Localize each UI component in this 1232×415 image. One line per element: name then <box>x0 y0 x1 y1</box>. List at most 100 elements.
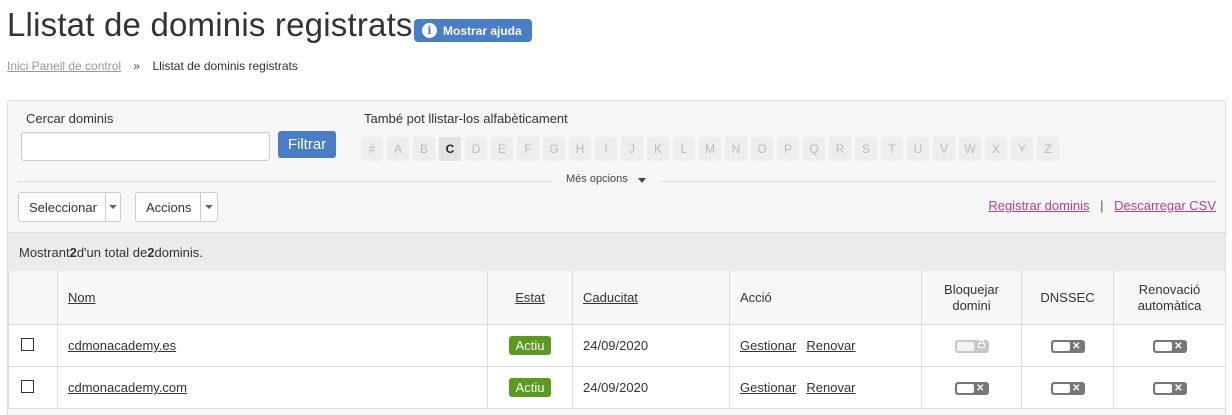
search-label: Cercar dominis <box>26 111 114 126</box>
letter-w[interactable]: W <box>959 137 981 161</box>
select-dropdown-label: Seleccionar <box>29 199 97 215</box>
status-cell: Actiu <box>487 324 573 367</box>
letter-d[interactable]: D <box>465 137 487 161</box>
more-options-toggle[interactable]: Més opcions <box>552 173 660 185</box>
letter-y[interactable]: Y <box>1011 137 1033 161</box>
lock-icon <box>977 340 985 349</box>
autorenew-cell: ✕ <box>1113 324 1226 367</box>
letter-e[interactable]: E <box>491 137 513 161</box>
status-badge: Actiu <box>508 336 552 355</box>
letter-t[interactable]: T <box>881 137 903 161</box>
row-checkbox[interactable] <box>21 379 34 393</box>
row-select-cell <box>8 366 58 409</box>
domains-table: Nom Estat Caducitat Acció Bloquejar domi… <box>8 271 1226 409</box>
letter-c[interactable]: C <box>439 137 461 161</box>
select-dropdown[interactable]: Seleccionar <box>18 192 121 222</box>
letter-n[interactable]: N <box>725 137 747 161</box>
expiry-date: 24/09/2020 <box>572 324 730 367</box>
expiry-date: 24/09/2020 <box>572 366 730 409</box>
links-separator: | <box>1100 198 1104 213</box>
close-icon: ✕ <box>976 383 985 395</box>
domain-cell: cdmonacademy.com <box>57 366 488 409</box>
domain-link[interactable]: cdmonacademy.es <box>68 338 176 353</box>
summary-total: 2 <box>147 244 155 260</box>
dnssec-toggle[interactable]: ✕ <box>1050 340 1085 354</box>
letter-h[interactable]: H <box>569 137 591 161</box>
show-help-label: Mostrar ajuda <box>443 23 522 38</box>
header-lock-label: Bloquejar domini <box>944 281 999 313</box>
page-title: Llistat de dominis registrats <box>7 6 413 43</box>
domain-cell: cdmonacademy.es <box>57 324 488 367</box>
header-status-link[interactable]: Estat <box>515 290 545 305</box>
show-help-button[interactable]: i Mostrar ajuda <box>414 19 532 42</box>
breadcrumb-separator: » <box>133 59 141 73</box>
renew-link[interactable]: Renovar <box>806 380 855 395</box>
letter-a[interactable]: A <box>387 137 409 161</box>
summary-suffix: dominis. <box>154 244 203 260</box>
letter-hash[interactable]: # <box>361 137 383 161</box>
header-expiry[interactable]: Caducitat <box>572 271 730 325</box>
breadcrumb-current: Llistat de dominis registrats <box>152 59 298 73</box>
header-expiry-link[interactable]: Caducitat <box>583 290 638 305</box>
header-autorenew: Renovació automàtica <box>1113 271 1226 325</box>
caret-down-icon <box>637 178 646 183</box>
letter-z[interactable]: Z <box>1037 137 1059 161</box>
filter-button[interactable]: Filtrar <box>278 131 336 158</box>
letter-f[interactable]: F <box>517 137 539 161</box>
header-autorenew-label: Renovació automàtica <box>1137 281 1202 313</box>
letter-x[interactable]: X <box>985 137 1007 161</box>
letter-j[interactable]: J <box>621 137 643 161</box>
letter-v[interactable]: V <box>933 137 955 161</box>
register-domains-link[interactable]: Registrar dominis <box>988 198 1089 213</box>
manage-link[interactable]: Gestionar <box>740 338 796 353</box>
summary-shown: 2 <box>69 244 77 260</box>
actions-dropdown-label: Accions <box>146 199 192 215</box>
autorenew-toggle[interactable]: ✕ <box>1152 382 1187 396</box>
close-icon: ✕ <box>1174 383 1183 395</box>
close-icon: ✕ <box>1072 341 1081 353</box>
dnssec-cell: ✕ <box>1021 366 1114 409</box>
close-icon: ✕ <box>1072 383 1081 395</box>
letter-i[interactable]: I <box>595 137 617 161</box>
domain-link[interactable]: cdmonacademy.com <box>68 380 187 395</box>
letter-r[interactable]: R <box>829 137 851 161</box>
letter-m[interactable]: M <box>699 137 721 161</box>
status-badge: Actiu <box>508 378 552 397</box>
more-options-label: Més opcions <box>566 173 628 185</box>
autorenew-toggle[interactable]: ✕ <box>1152 340 1187 354</box>
search-input[interactable] <box>21 132 270 161</box>
lock-toggle <box>954 340 989 354</box>
letter-b[interactable]: B <box>413 137 435 161</box>
close-icon: ✕ <box>1174 341 1183 353</box>
action-cell: Gestionar Renovar <box>729 366 922 409</box>
letter-u[interactable]: U <box>907 137 929 161</box>
letter-s[interactable]: S <box>855 137 877 161</box>
renew-link[interactable]: Renovar <box>806 338 855 353</box>
action-cell: Gestionar Renovar <box>729 324 922 367</box>
table-header-row: Nom Estat Caducitat Acció Bloquejar domi… <box>8 271 1226 325</box>
header-dnssec: DNSSEC <box>1021 271 1114 325</box>
header-action: Acció <box>729 271 922 325</box>
letter-q[interactable]: Q <box>803 137 825 161</box>
actions-dropdown[interactable]: Accions <box>135 192 218 222</box>
dnssec-cell: ✕ <box>1021 324 1114 367</box>
letter-l[interactable]: L <box>673 137 695 161</box>
breadcrumb-home-link[interactable]: Inici Panell de control <box>7 59 121 73</box>
letter-p[interactable]: P <box>777 137 799 161</box>
header-status[interactable]: Estat <box>487 271 573 325</box>
letter-g[interactable]: G <box>543 137 565 161</box>
breadcrumb: Inici Panell de control » Llistat de dom… <box>7 59 298 73</box>
table-row: cdmonacademy.es Actiu 24/09/2020 Gestion… <box>8 324 1226 367</box>
dnssec-toggle[interactable]: ✕ <box>1050 382 1085 396</box>
table-row: cdmonacademy.com Actiu 24/09/2020 Gestio… <box>8 366 1226 409</box>
letter-o[interactable]: O <box>751 137 773 161</box>
lock-toggle[interactable]: ✕ <box>954 382 989 396</box>
alphabet-filter: # A B C D E F G H I J K L M N O P Q R S … <box>361 137 1059 161</box>
row-checkbox[interactable] <box>21 337 34 351</box>
status-cell: Actiu <box>487 366 573 409</box>
header-name-link[interactable]: Nom <box>68 290 95 305</box>
download-csv-link[interactable]: Descarregar CSV <box>1114 198 1216 213</box>
manage-link[interactable]: Gestionar <box>740 380 796 395</box>
header-name[interactable]: Nom <box>57 271 488 325</box>
letter-k[interactable]: K <box>647 137 669 161</box>
